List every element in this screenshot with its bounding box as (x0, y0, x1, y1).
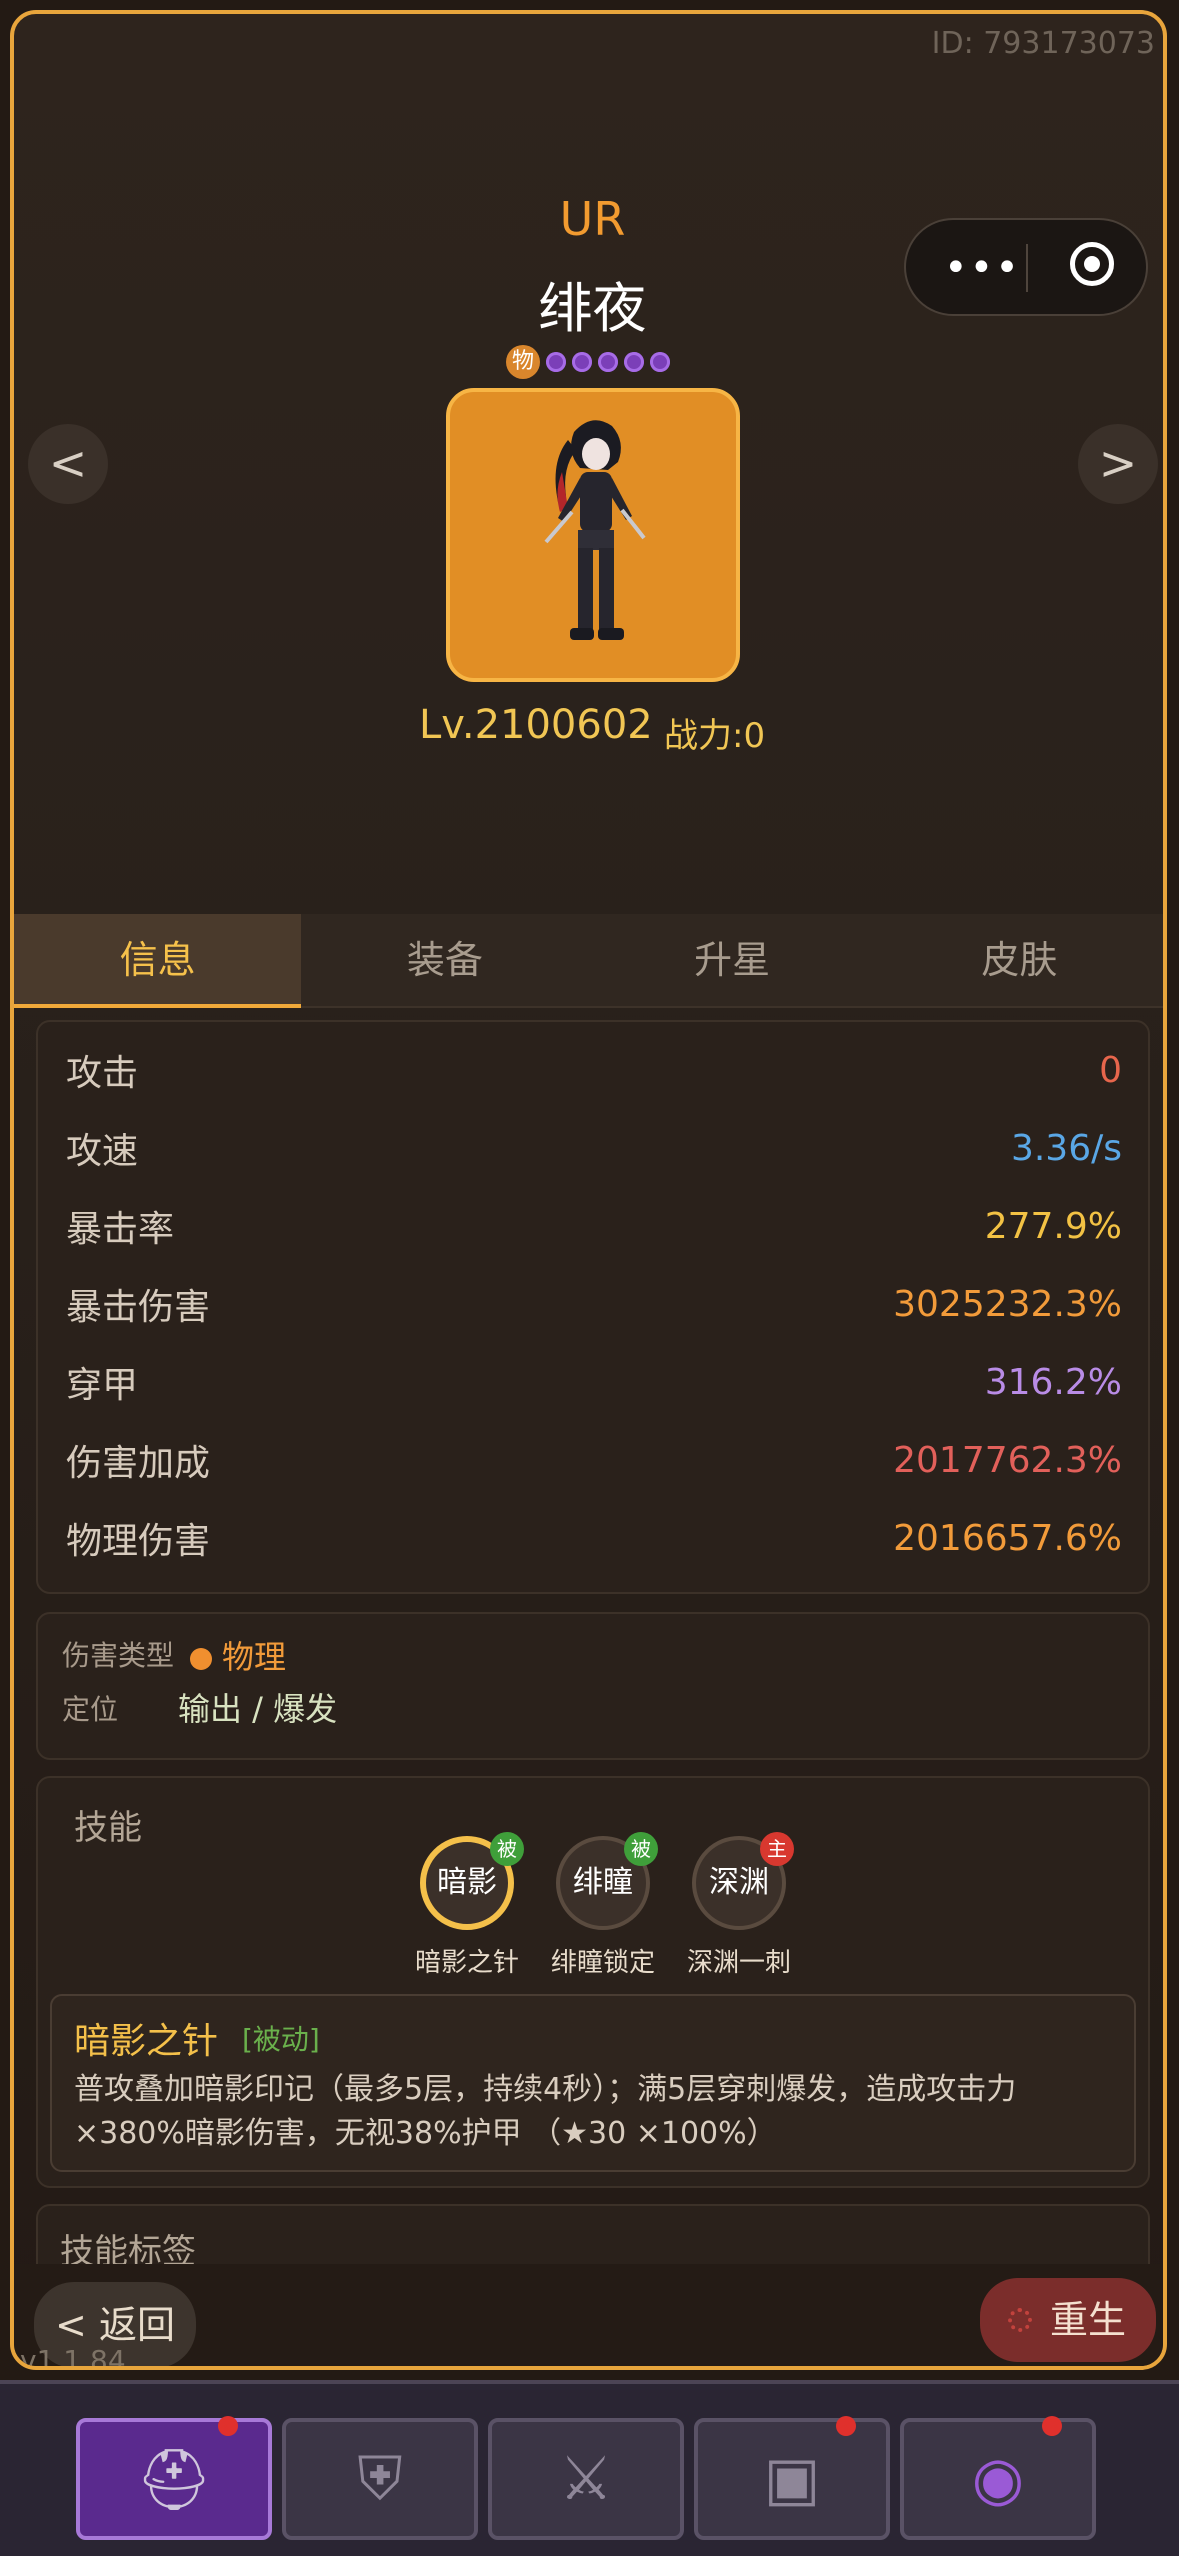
stat-value: 3.36/s (1010, 1127, 1122, 1169)
hero-level: Lv.2100602 (419, 702, 653, 748)
role-label: 定位 (62, 1693, 119, 1726)
stat-row: 攻击 0 (66, 1032, 1122, 1108)
crossed-swords-icon: ⚔ (559, 2444, 613, 2514)
hero-sprite-icon (544, 420, 646, 640)
nav-heroes[interactable]: ⛑ (76, 2416, 272, 2540)
hero-type-stars: 物 (506, 342, 670, 382)
passive-badge: 被 (490, 1832, 524, 1866)
passive-badge: 被 (624, 1832, 658, 1866)
star-icon (624, 352, 644, 372)
tab-info[interactable]: 信息 (14, 914, 302, 1008)
stat-name: 穿甲 (66, 1365, 139, 1406)
nav-battle[interactable]: ⚔ (488, 2418, 684, 2540)
user-id-label: ID: 793173073 (931, 26, 1155, 61)
physical-type-badge: 物 (506, 345, 540, 379)
hero-detail-panel: ID: 793173073 ••• UR 绯夜 物 < > Lv.2100602… (10, 10, 1167, 2370)
nav-treasure[interactable]: ▣ (694, 2416, 890, 2540)
stat-name: 伤害加成 (66, 1443, 211, 1484)
next-hero-button[interactable]: > (1078, 424, 1158, 504)
stat-row: 穿甲 316.2% (66, 1344, 1122, 1420)
stat-value: 2017762.3% (893, 1439, 1122, 1481)
stat-value: 277.9% (984, 1205, 1122, 1247)
stat-row: 暴击伤害 3025232.3% (66, 1266, 1122, 1342)
physical-dot-icon (190, 1648, 212, 1670)
stat-row: 物理伤害 2016657.6% (66, 1500, 1122, 1576)
skills-title: 技能 (74, 1808, 142, 1848)
gear-icon (1008, 2308, 1032, 2332)
damage-type-label: 伤害类型 (62, 1639, 175, 1672)
bottom-nav: ⛑ ⛨ ⚔ ▣ ◉ (0, 2380, 1179, 2556)
stat-name: 暴击伤害 (66, 1287, 211, 1328)
skill-detail-tag: [被动] (242, 2023, 320, 2056)
damage-type-value: 物理 (222, 1638, 287, 1676)
tab-skin[interactable]: 皮肤 (876, 914, 1163, 1006)
hero-power: 战力:0 (664, 716, 766, 756)
treasure-chest-icon: ▣ (763, 2444, 821, 2514)
hero-rarity: UR (559, 192, 626, 246)
hero-name: 绯夜 (538, 277, 647, 340)
nav-portal[interactable]: ◉ (900, 2416, 1096, 2540)
star-icon (650, 352, 670, 372)
skills-card: 技能 暗影 被 暗影之针 绯瞳 被 绯瞳锁定 深渊 主 深渊一刺 暗影之针 [被… (36, 1776, 1150, 2188)
active-badge: 主 (760, 1832, 794, 1866)
detail-tabs: 信息 装备 升星 皮肤 (14, 914, 1163, 1008)
tab-star-up[interactable]: 升星 (589, 914, 876, 1006)
skill-detail-name: 暗影之针 (74, 2021, 219, 2062)
stat-value: 2016657.6% (893, 1517, 1122, 1559)
stat-row: 暴击率 277.9% (66, 1188, 1122, 1264)
stats-card: 攻击 0 攻速 3.36/s 暴击率 277.9% 暴击伤害 3025232.3… (36, 1020, 1150, 1594)
notification-dot (836, 2416, 856, 2436)
tab-equipment[interactable]: 装备 (301, 914, 588, 1006)
nav-guild[interactable]: ⛨ (282, 2418, 478, 2540)
skill-name: 深渊一刺 (686, 1948, 791, 1978)
stat-row: 伤害加成 2017762.3% (66, 1422, 1122, 1498)
knight-helmet-icon: ⛑ (135, 2445, 213, 2515)
rebirth-button[interactable]: 重生 (980, 2278, 1156, 2362)
stat-value: 0 (1099, 1049, 1122, 1091)
stat-row: 攻速 3.36/s (66, 1110, 1122, 1186)
stat-name: 攻击 (66, 1053, 139, 1094)
purple-portal-icon: ◉ (971, 2444, 1025, 2514)
skill-detail: 暗影之针 [被动] 普攻叠加暗影印记（最多5层，持续4秒）；满5层穿刺爆发，造成… (50, 1994, 1136, 2172)
stat-name: 物理伤害 (66, 1521, 211, 1562)
version-label: v1.1.84 (20, 2344, 126, 2370)
notification-dot (218, 2416, 238, 2436)
star-icon (546, 352, 566, 372)
shield-emblem-icon: ⛨ (357, 2444, 403, 2514)
hero-portrait (446, 388, 740, 682)
stat-value: 316.2% (984, 1361, 1122, 1403)
prev-hero-button[interactable]: < (28, 424, 108, 504)
rebirth-label: 重生 (1050, 2298, 1127, 2342)
star-icon (572, 352, 592, 372)
hero-info-card: 伤害类型 物理 定位 输出 / 爆发 (36, 1612, 1150, 1760)
role-value: 输出 / 爆发 (178, 1690, 338, 1728)
notification-dot (1042, 2416, 1062, 2436)
stat-name: 攻速 (66, 1131, 139, 1172)
star-icon (598, 352, 618, 372)
stat-name: 暴击率 (66, 1209, 175, 1250)
skill-detail-description: 普攻叠加暗影印记（最多5层，持续4秒）；满5层穿刺爆发，造成攻击力×380%暗影… (74, 2072, 1017, 2151)
stat-value: 3025232.3% (893, 1283, 1122, 1325)
